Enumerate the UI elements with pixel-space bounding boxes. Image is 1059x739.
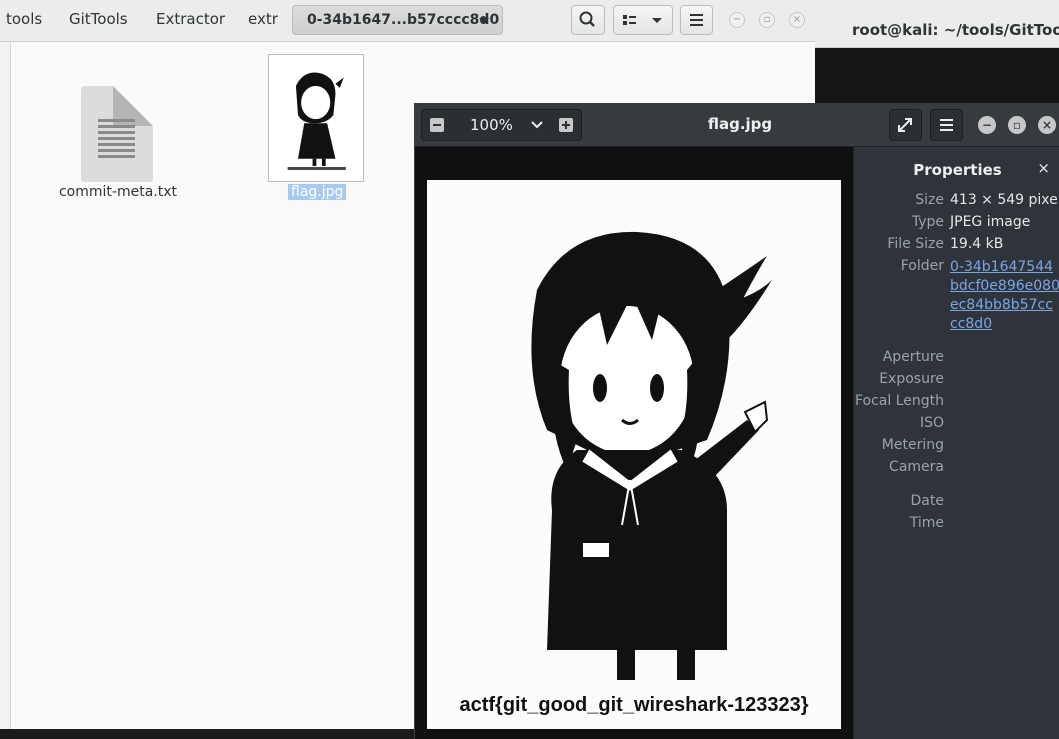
properties-sidebar: Properties × Size 413 × 549 pixels Type … bbox=[853, 147, 1059, 739]
terminal-window: root@kali: ~/tools/GitTools/Extr bbox=[815, 0, 1059, 105]
property-label-date: Date bbox=[910, 493, 944, 509]
text-file-icon[interactable] bbox=[81, 86, 153, 182]
text-line bbox=[98, 119, 135, 122]
property-value-filesize: 19.4 kB bbox=[950, 236, 1004, 252]
text-line bbox=[98, 155, 135, 158]
property-label-time: Time bbox=[909, 515, 944, 531]
view-options-button[interactable] bbox=[613, 5, 673, 35]
text-line bbox=[98, 137, 135, 140]
viewer-minimize-button[interactable]: − bbox=[978, 116, 996, 134]
property-label-type: Type bbox=[911, 214, 944, 230]
property-label-aperture: Aperture bbox=[882, 349, 944, 365]
properties-title: Properties bbox=[913, 161, 1002, 179]
property-label-camera: Camera bbox=[889, 459, 944, 475]
image-viewer-headerbar: 100% flag.jpg − ▫ × bbox=[415, 103, 1059, 147]
image-viewer-window: 100% flag.jpg − ▫ × actf{git_good_git_wi… bbox=[414, 103, 1059, 739]
zoom-level[interactable]: 100% bbox=[470, 116, 513, 134]
list-view-icon bbox=[623, 15, 662, 25]
property-value-type: JPEG image bbox=[950, 214, 1031, 230]
hamburger-icon bbox=[940, 119, 953, 131]
properties-close-icon[interactable]: × bbox=[1037, 159, 1050, 177]
terminal-title: root@kali: ~/tools/GitTools/Extr bbox=[815, 0, 1059, 48]
text-line bbox=[98, 143, 135, 146]
sidebar-edge bbox=[0, 42, 11, 730]
flag-image: actf{git_good_git_wireshark-123323} bbox=[427, 180, 841, 729]
terminal-text-strip bbox=[0, 729, 420, 739]
property-label-filesize: File Size bbox=[887, 236, 944, 252]
breadcrumb-extr[interactable]: extr bbox=[248, 10, 278, 28]
zoom-control: 100% bbox=[421, 109, 582, 141]
file-manager-headerbar: tools GitTools Extractor extr 0-34b1647.… bbox=[0, 0, 815, 42]
close-button[interactable]: × bbox=[789, 12, 805, 28]
viewer-menu-button[interactable] bbox=[930, 109, 963, 141]
property-label-iso: ISO bbox=[919, 415, 944, 431]
text-line bbox=[98, 125, 135, 128]
zoom-in-button[interactable] bbox=[559, 118, 573, 132]
current-folder-label: 0-34b1647...b57cccc8d0 bbox=[307, 12, 500, 28]
plus-icon-vertical bbox=[565, 121, 567, 129]
search-button[interactable] bbox=[571, 5, 605, 35]
flag-thumbnail[interactable] bbox=[268, 54, 364, 182]
file-label-commit-meta[interactable]: commit-meta.txt bbox=[48, 184, 188, 200]
hamburger-icon bbox=[690, 14, 703, 26]
image-canvas[interactable]: actf{git_good_git_wireshark-123323} bbox=[415, 147, 853, 739]
fullscreen-icon bbox=[898, 118, 912, 132]
property-label-focal-length: Focal Length bbox=[854, 393, 944, 409]
breadcrumb-extractor[interactable]: Extractor bbox=[156, 10, 225, 28]
property-value-size: 413 × 549 pixels bbox=[950, 192, 1059, 208]
minimize-icon: − bbox=[732, 14, 742, 25]
chibi-girl-thumbnail-image bbox=[273, 60, 359, 176]
close-icon: × bbox=[792, 14, 802, 25]
viewer-maximize-button[interactable]: ▫ bbox=[1008, 116, 1026, 134]
breadcrumb-current-folder[interactable]: 0-34b1647...b57cccc8d0 bbox=[292, 5, 503, 35]
close-icon: × bbox=[1041, 118, 1053, 132]
menu-button[interactable] bbox=[680, 5, 713, 35]
search-icon bbox=[579, 11, 595, 27]
text-line bbox=[98, 131, 135, 134]
file-label-flag[interactable]: flag.jpg bbox=[288, 184, 347, 200]
viewer-close-button[interactable]: × bbox=[1038, 116, 1056, 134]
property-label-size: Size bbox=[915, 192, 944, 208]
fullscreen-button[interactable] bbox=[889, 109, 922, 141]
text-line bbox=[98, 149, 135, 152]
property-label-exposure: Exposure bbox=[879, 371, 944, 387]
property-label-metering: Metering bbox=[881, 437, 944, 453]
breadcrumb-gittools[interactable]: GitTools bbox=[69, 10, 128, 28]
breadcrumb-tools[interactable]: tools bbox=[6, 10, 42, 28]
minimize-button[interactable]: − bbox=[729, 12, 745, 28]
zoom-out-button[interactable] bbox=[430, 118, 444, 132]
chevron-down-icon bbox=[479, 18, 489, 24]
flag-text: actf{git_good_git_wireshark-123323} bbox=[459, 694, 809, 716]
minus-icon bbox=[433, 124, 441, 126]
minimize-icon: − bbox=[981, 118, 993, 132]
maximize-icon: ▫ bbox=[763, 14, 771, 25]
chevron-down-icon[interactable] bbox=[530, 119, 544, 131]
image-viewer-title: flag.jpg bbox=[707, 115, 773, 133]
maximize-button[interactable]: ▫ bbox=[759, 12, 775, 28]
maximize-icon: ▫ bbox=[1012, 118, 1022, 132]
property-value-folder-link[interactable]: 0-34b1647544bdcf0e896e080ec84bb8b57cccc8… bbox=[950, 258, 1059, 334]
property-label-folder: Folder bbox=[900, 258, 944, 274]
chibi-girl-illustration bbox=[427, 180, 841, 729]
